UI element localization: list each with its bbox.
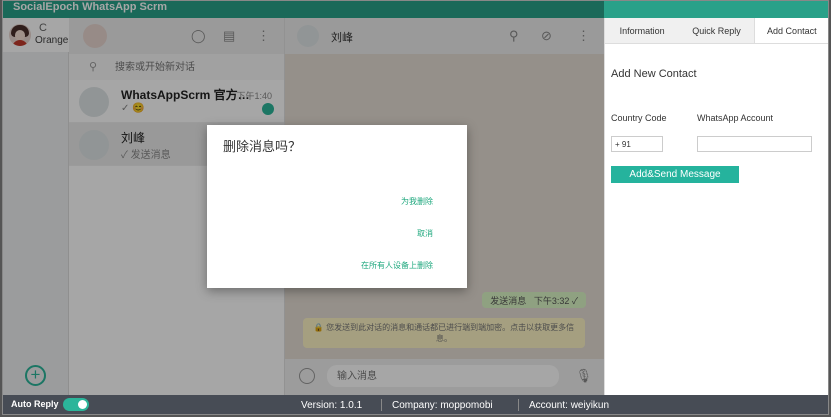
section-heading: Add New Contact: [611, 68, 697, 80]
delete-for-everyone-button[interactable]: 在所有人设备上删除: [361, 260, 433, 271]
dialog-title: 删除消息吗？: [223, 139, 302, 154]
version-text: Version: 1.0.1: [301, 400, 363, 411]
delete-message-dialog: 删除消息吗？ 为我删除 取消 在所有人设备上删除: [207, 125, 467, 288]
add-send-message-button[interactable]: Add&Send Message: [611, 166, 739, 183]
divider: [381, 399, 382, 411]
divider: [518, 399, 519, 411]
whatsapp-account-field[interactable]: [697, 136, 812, 152]
company-text: Company: moppomobi: [392, 400, 493, 411]
status-bar: Auto Reply Version: 1.0.1 Company: moppo…: [3, 395, 828, 414]
auto-reply-toggle[interactable]: [63, 398, 89, 411]
app-window: SocialEpoch WhatsApp Scrm C Orange + ◯ ▤…: [2, 0, 829, 415]
tab-add-contact[interactable]: Add Contact: [753, 18, 828, 43]
auto-reply-label: Auto Reply: [11, 399, 59, 409]
country-code-label: Country Code: [611, 113, 667, 123]
tab-information[interactable]: Information: [605, 18, 679, 43]
tab-quick-reply[interactable]: Quick Reply: [679, 18, 753, 43]
whatsapp-account-label: WhatsApp Account: [697, 113, 774, 123]
delete-for-me-button[interactable]: 为我删除: [401, 196, 433, 207]
cancel-button[interactable]: 取消: [417, 228, 433, 239]
country-code-field[interactable]: [611, 136, 663, 152]
account-text: Account: weiyikun: [529, 400, 610, 411]
right-panel: Information Quick Reply Add Contact Add …: [604, 18, 828, 395]
tab-bar: Information Quick Reply Add Contact: [605, 18, 828, 44]
